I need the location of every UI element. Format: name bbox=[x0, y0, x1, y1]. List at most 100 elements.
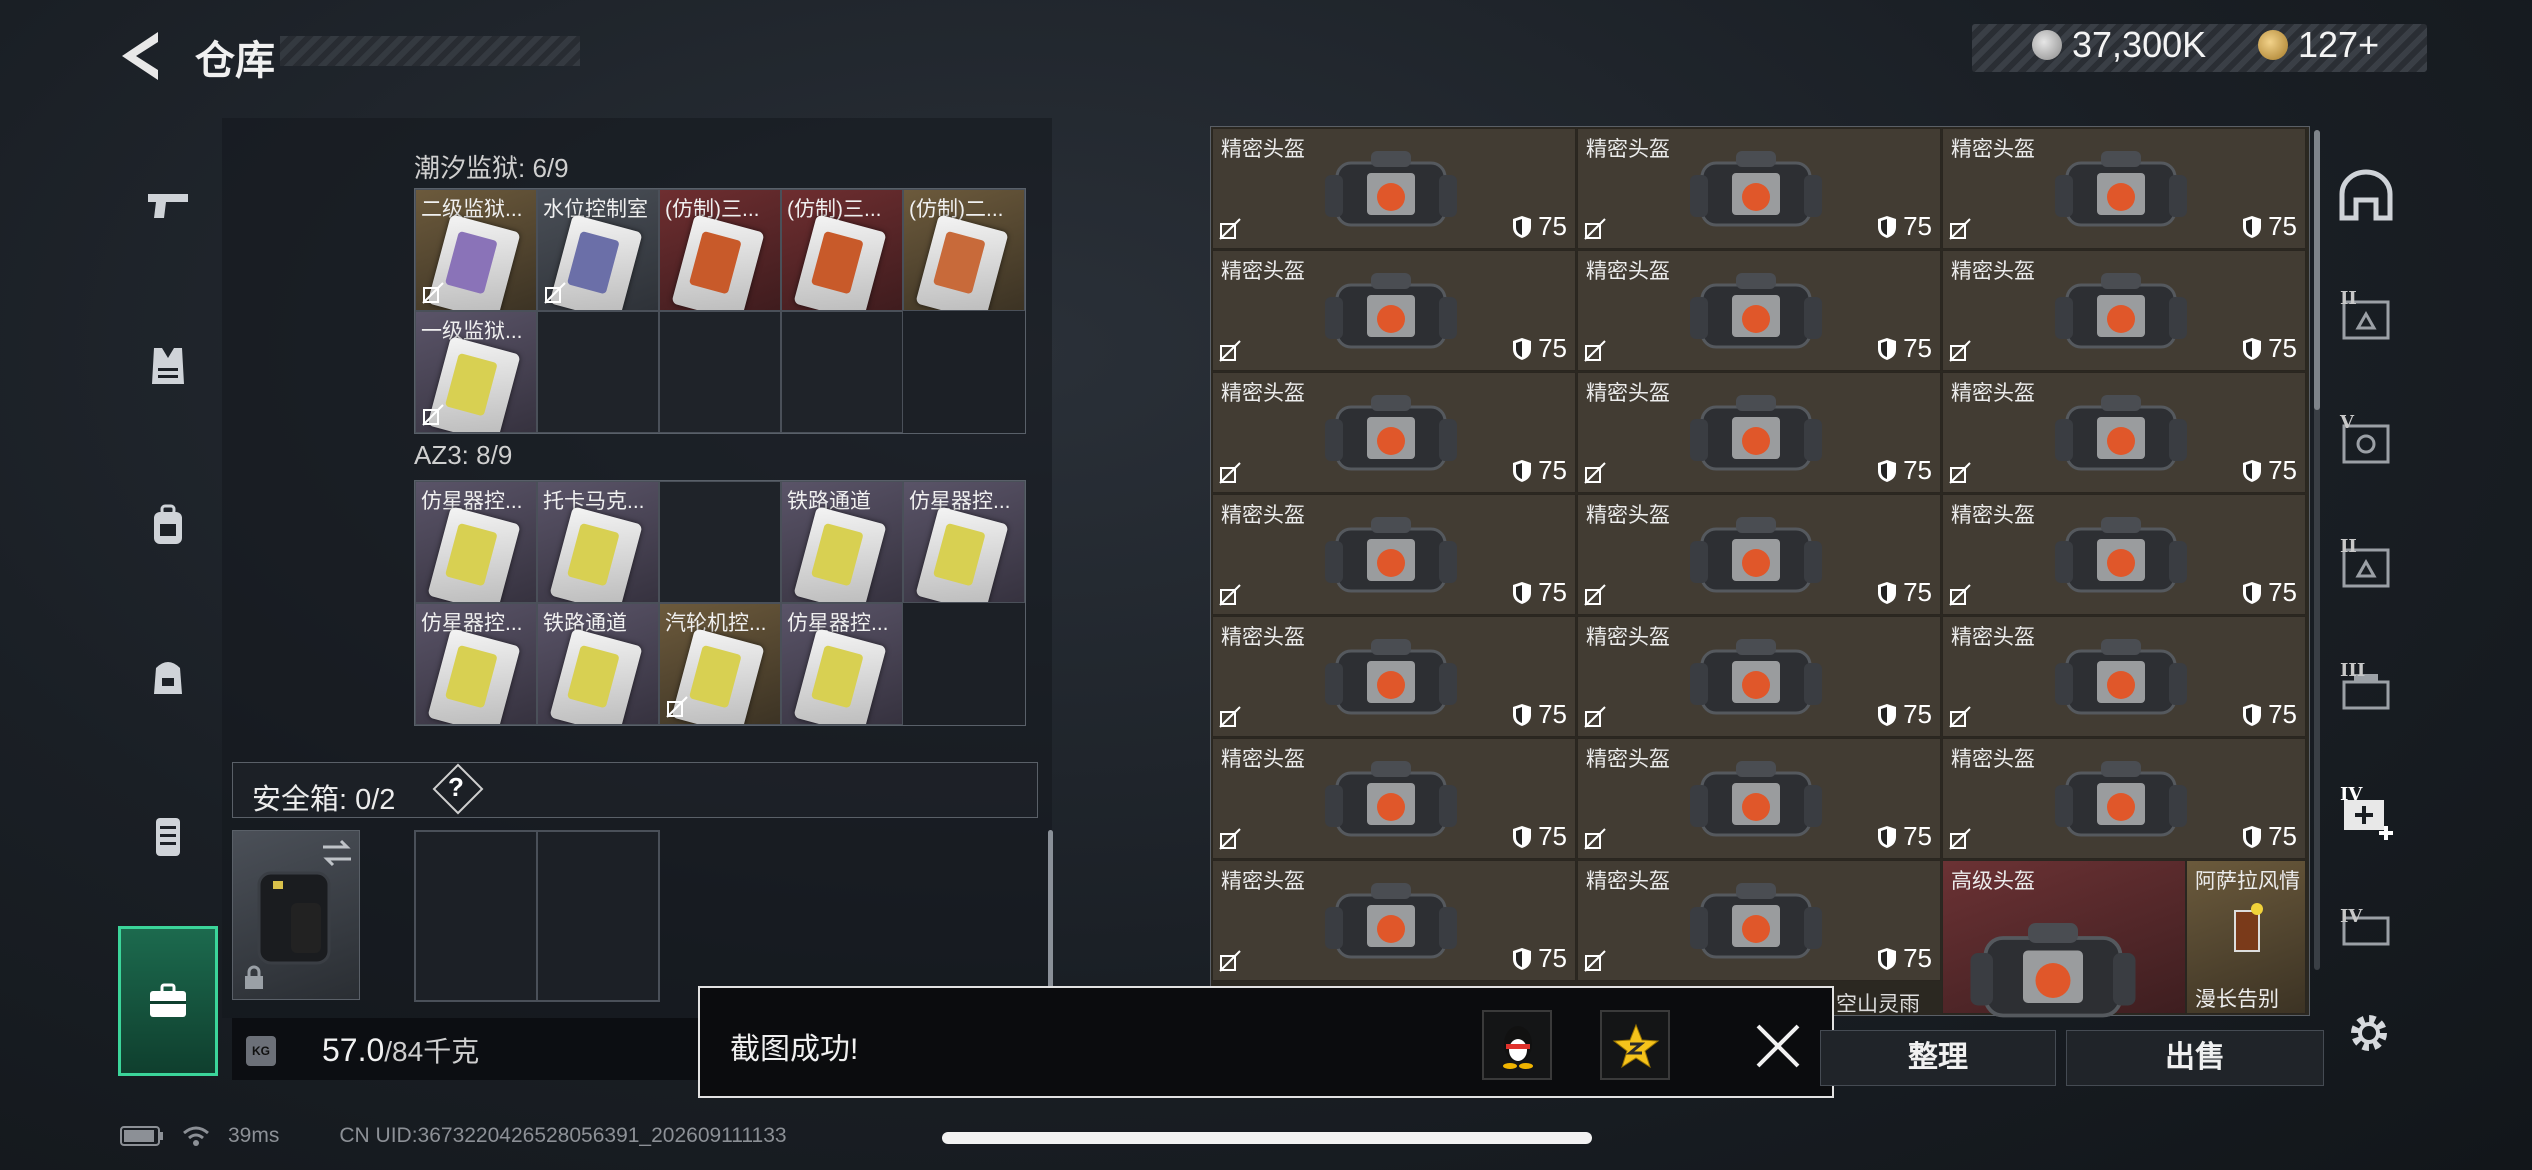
sell-button[interactable]: 出售 bbox=[2066, 1030, 2324, 1086]
stash-item[interactable]: 精密头盔 75 bbox=[1212, 738, 1576, 859]
keycard-icon bbox=[671, 214, 765, 310]
stash-tab-2[interactable]: II bbox=[2326, 278, 2406, 358]
armor-shield-icon bbox=[1878, 459, 1897, 482]
armor-shield-icon bbox=[2243, 215, 2262, 238]
key-item[interactable]: 二级监狱... bbox=[415, 189, 537, 311]
stash-item[interactable]: 精密头盔 75 bbox=[1942, 128, 2306, 249]
unbound-icon bbox=[1949, 218, 1971, 240]
helmet-icon bbox=[2055, 151, 2187, 227]
stash-item[interactable]: 精密头盔 75 bbox=[1577, 494, 1941, 615]
key-item[interactable]: 托卡马克... bbox=[537, 481, 659, 603]
stash-item[interactable]: 精密头盔 75 bbox=[1212, 250, 1576, 371]
stash-item[interactable]: 精密头盔 75 bbox=[1212, 616, 1576, 737]
stash-item[interactable]: 精密头盔 75 bbox=[1942, 616, 2306, 737]
helmet-icon bbox=[1690, 395, 1822, 471]
empty-slot[interactable] bbox=[415, 831, 537, 1001]
nav-case[interactable] bbox=[118, 926, 218, 1076]
stash-item[interactable]: 精密头盔 75 bbox=[1577, 128, 1941, 249]
status-bar: 39ms CN UID:3673220426528056391_20260911… bbox=[120, 1124, 787, 1148]
settings-gear-icon[interactable] bbox=[2346, 1010, 2392, 1056]
armor-shield-icon bbox=[2243, 459, 2262, 482]
silver-currency[interactable]: 37,300K bbox=[2032, 24, 2206, 66]
key-item[interactable]: (仿制)三... bbox=[781, 189, 903, 311]
key-item[interactable]: 水位控制室 bbox=[537, 189, 659, 311]
stash-item[interactable]: 精密头盔 75 bbox=[1577, 860, 1941, 981]
stash-item[interactable]: 精密头盔 75 bbox=[1212, 494, 1576, 615]
empty-slot[interactable] bbox=[781, 311, 903, 433]
item-name: 精密头盔 bbox=[1586, 382, 1670, 405]
stash-item[interactable]: 精密头盔 75 bbox=[1942, 494, 2306, 615]
stash-item[interactable]: 精密头盔 75 bbox=[1577, 616, 1941, 737]
key-grid-tidal-prison: 二级监狱... 水位控制室 (仿制)三... (仿制)三... (仿制)二...… bbox=[414, 188, 1026, 434]
helmet-icon bbox=[1690, 151, 1822, 227]
silver-coin-icon bbox=[2032, 30, 2062, 60]
stash-item[interactable]: 精密头盔 75 bbox=[1577, 372, 1941, 493]
armor-shield-icon bbox=[1878, 703, 1897, 726]
armor-shield-icon bbox=[2243, 337, 2262, 360]
stash-item[interactable]: 精密头盔 75 bbox=[1577, 738, 1941, 859]
tidy-button[interactable]: 整理 bbox=[1820, 1030, 2056, 1086]
nav-weapons[interactable] bbox=[118, 156, 218, 256]
defense-number: 75 bbox=[2268, 333, 2297, 363]
key-item[interactable]: (仿制)二... bbox=[903, 189, 1025, 311]
stash-scroll-thumb[interactable] bbox=[2314, 130, 2320, 410]
key-item[interactable]: (仿制)三... bbox=[659, 189, 781, 311]
stash-tab-5[interactable]: V bbox=[2326, 402, 2406, 482]
nav-backpack[interactable] bbox=[118, 476, 218, 576]
silver-amount: 37,300K bbox=[2072, 24, 2207, 65]
nav-vest[interactable] bbox=[118, 316, 218, 416]
key-item[interactable]: 仿星器控... bbox=[781, 603, 903, 725]
keycard-icon bbox=[549, 506, 643, 602]
key-item[interactable]: 仿星器控... bbox=[415, 603, 537, 725]
stash-item[interactable]: 精密头盔 75 bbox=[1212, 128, 1576, 249]
empty-slot[interactable] bbox=[659, 481, 781, 603]
stash-tab-4[interactable]: IV bbox=[2326, 896, 2406, 956]
key-item[interactable]: 仿星器控... bbox=[415, 481, 537, 603]
gold-currency[interactable]: 127+ bbox=[2258, 24, 2379, 66]
weight-current: 57.0 bbox=[322, 1032, 385, 1068]
close-icon[interactable] bbox=[1750, 1018, 1806, 1074]
item-name: 精密头盔 bbox=[1586, 748, 1670, 771]
empty-slot[interactable] bbox=[659, 311, 781, 433]
nav-pack[interactable] bbox=[118, 626, 218, 726]
stash-item[interactable]: 精密头盔 75 bbox=[1942, 250, 2306, 371]
share-qq-button[interactable] bbox=[1482, 1010, 1552, 1080]
helmet-icon bbox=[1970, 923, 2136, 1018]
back-arrow-icon[interactable] bbox=[118, 30, 164, 82]
stash-item[interactable]: 精密头盔 75 bbox=[1942, 372, 2306, 493]
key-label: 二级监狱... bbox=[421, 198, 523, 221]
empty-slot[interactable] bbox=[537, 831, 659, 1001]
unbound-icon bbox=[1584, 828, 1606, 850]
armor-shield-icon bbox=[1513, 581, 1532, 604]
share-qzone-button[interactable] bbox=[1600, 1010, 1670, 1080]
key-item[interactable]: 铁路通道 bbox=[781, 481, 903, 603]
stash-item-drink[interactable]: 阿萨拉风情 漫长告别 bbox=[2186, 860, 2306, 1014]
helmet-icon bbox=[1325, 151, 1457, 227]
key-item[interactable]: 汽轮机控... bbox=[659, 603, 781, 725]
defense-value: 75 bbox=[2242, 699, 2297, 730]
item-name: 精密头盔 bbox=[1221, 748, 1305, 771]
unbound-icon bbox=[1584, 950, 1606, 972]
stash-tab-4-add[interactable]: IV bbox=[2326, 774, 2406, 854]
cocktail-icon bbox=[2234, 903, 2263, 952]
swap-icon[interactable] bbox=[321, 839, 353, 867]
item-name: 精密头盔 bbox=[1586, 260, 1670, 283]
item-name: 精密头盔 bbox=[1951, 138, 2035, 161]
key-item[interactable]: 铁路通道 bbox=[537, 603, 659, 725]
home-indicator[interactable] bbox=[942, 1132, 1592, 1144]
stash-item[interactable]: 精密头盔 75 bbox=[1212, 372, 1576, 493]
empty-slot[interactable] bbox=[537, 311, 659, 433]
stash-item[interactable]: 精密头盔 75 bbox=[1942, 738, 2306, 859]
key-item[interactable]: 一级监狱... bbox=[415, 311, 537, 433]
stash-tab-2b[interactable]: II bbox=[2326, 526, 2406, 606]
stash-tab-main[interactable] bbox=[2326, 156, 2406, 236]
gold-amount: 127+ bbox=[2298, 24, 2380, 65]
safe-box-slot[interactable] bbox=[232, 830, 360, 1000]
stash-tab-3[interactable]: III bbox=[2326, 650, 2406, 730]
nav-armor[interactable] bbox=[118, 786, 218, 886]
stash-item[interactable]: 精密头盔 75 bbox=[1212, 860, 1576, 981]
stash-item-advanced-helmet[interactable]: 高级头盔 bbox=[1942, 860, 2186, 1018]
stash-item[interactable]: 精密头盔 75 bbox=[1577, 250, 1941, 371]
keycard-icon bbox=[793, 506, 887, 602]
key-item[interactable]: 仿星器控... bbox=[903, 481, 1025, 603]
